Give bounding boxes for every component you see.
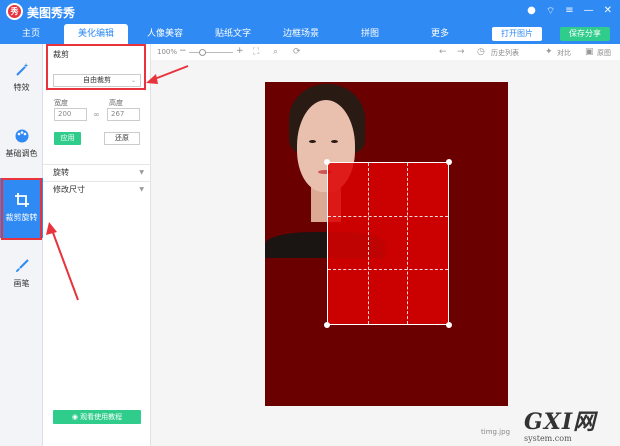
eye-shape <box>309 140 316 143</box>
crop-handle[interactable] <box>324 159 330 165</box>
main-tabs: 主页 美化编辑 人像美容 贴纸文字 边框场景 拼图 更多 打开图片 保存分享 <box>0 24 620 44</box>
close-icon[interactable]: ✕ <box>604 5 612 18</box>
wifi-icon[interactable]: ⌔ <box>546 5 555 18</box>
tool-sidebar: 特效 基础调色 裁剪旋转 画笔 <box>0 44 43 446</box>
zoom-slider[interactable] <box>189 52 233 53</box>
window-controls: ● ⌔ ≡ — ✕ <box>527 5 612 18</box>
crop-handle[interactable] <box>446 159 452 165</box>
app-logo: 秀 <box>6 3 23 20</box>
sidebar-item-label: 特效 <box>13 83 30 92</box>
chevron-down-icon: ▼ <box>139 186 144 193</box>
sidebar-item-label: 画笔 <box>13 279 30 288</box>
sidebar-item-brush[interactable]: 画笔 <box>0 244 43 304</box>
tab-portrait[interactable]: 人像美容 <box>138 24 192 44</box>
tab-more[interactable]: 更多 <box>422 24 458 44</box>
rotate-section[interactable]: 旋转 ▼ <box>43 164 150 181</box>
menu-icon[interactable]: ≡ <box>565 5 573 18</box>
height-label: 高度 <box>109 99 123 107</box>
site-watermark: GXI网 system.com <box>524 404 616 444</box>
tab-home[interactable]: 主页 <box>14 24 48 44</box>
image-canvas[interactable]: timg.jpg GXI网 system.com <box>151 60 620 446</box>
photo <box>265 82 508 406</box>
fit-icon[interactable]: ⛶ <box>253 47 259 57</box>
file-name: timg.jpg <box>481 428 511 436</box>
annotation-box-crop-tool <box>1 178 42 240</box>
crop-panel: 裁剪 自由裁剪 ⌄ 宽度 高度 200 ∞ 267 应用 还原 旋转 ▼ 修改尺… <box>43 44 151 446</box>
tab-collage[interactable]: 拼图 <box>352 24 388 44</box>
save-share-button[interactable]: 保存分享 <box>560 27 610 41</box>
canvas-toolbar: 100% − + ⛶ ⌕ ⟳ ← → ◷ 历史列表 ✦ 对比 ▣ 原图 <box>151 44 620 60</box>
eye-shape <box>331 140 338 143</box>
sidebar-item-label: 基础调色 <box>5 149 38 158</box>
watermark-sub: system.com <box>524 434 572 443</box>
history-list-button[interactable]: 历史列表 <box>491 48 519 58</box>
eye-icon: ◉ <box>71 413 78 421</box>
history-icon: ◷ <box>477 47 485 57</box>
reset-icon[interactable]: ⟳ <box>293 47 301 57</box>
tab-frame-scene[interactable]: 边框场景 <box>274 24 328 44</box>
crop-grid-line <box>407 163 409 324</box>
minimize-icon[interactable]: — <box>584 5 594 18</box>
undo-icon[interactable]: ← <box>439 47 447 57</box>
zoom-in-icon[interactable]: + <box>236 46 244 56</box>
sidebar-item-basic-color[interactable]: 基础调色 <box>0 114 43 174</box>
magnify-icon[interactable]: ⌕ <box>273 47 278 57</box>
crop-handle[interactable] <box>446 322 452 328</box>
rotate-label: 旋转 <box>53 168 69 177</box>
resize-section[interactable]: 修改尺寸 ▼ <box>43 181 150 198</box>
palette-icon <box>15 129 28 143</box>
crop-handle[interactable] <box>324 322 330 328</box>
link-icon[interactable]: ∞ <box>93 110 100 119</box>
watermark-main: GXI网 <box>524 409 597 435</box>
magic-wand-icon <box>15 63 28 76</box>
tutorial-label: 观看使用教程 <box>80 413 123 421</box>
annotation-box-crop-mode <box>46 44 146 90</box>
tab-sticker-text[interactable]: 贴纸文字 <box>206 24 260 44</box>
tab-beautify[interactable]: 美化编辑 <box>64 24 128 44</box>
redo-icon[interactable]: → <box>457 47 465 57</box>
crop-grid-line <box>367 163 369 324</box>
restore-button[interactable]: 还原 <box>104 132 140 145</box>
width-label: 宽度 <box>54 99 68 107</box>
title-bar: 秀 美图秀秀 ● ⌔ ≡ — ✕ <box>0 0 620 24</box>
zoom-slider-handle[interactable] <box>199 49 206 56</box>
width-input[interactable]: 200 <box>54 108 87 121</box>
apply-button[interactable]: 应用 <box>54 132 81 145</box>
crop-grid-line <box>328 269 448 271</box>
chevron-down-icon: ▼ <box>139 169 144 176</box>
chat-icon[interactable]: ● <box>527 5 536 18</box>
sidebar-item-effects[interactable]: 特效 <box>0 48 43 108</box>
crop-grid-line <box>328 216 448 218</box>
watch-tutorial-button[interactable]: ◉ 观看使用教程 <box>53 410 141 424</box>
compare-button[interactable]: 对比 <box>557 48 571 58</box>
zoom-level: 100% <box>157 48 178 56</box>
open-image-button[interactable]: 打开图片 <box>492 27 542 41</box>
app-title: 美图秀秀 <box>27 6 76 20</box>
brush-icon <box>15 259 29 272</box>
zoom-out-icon[interactable]: − <box>179 46 187 56</box>
crop-selection[interactable] <box>324 159 452 328</box>
compare-icon: ✦ <box>545 47 553 57</box>
resize-label: 修改尺寸 <box>53 185 85 194</box>
original-button[interactable]: 原图 <box>597 48 611 58</box>
original-image-icon: ▣ <box>585 47 594 57</box>
height-input[interactable]: 267 <box>107 108 140 121</box>
